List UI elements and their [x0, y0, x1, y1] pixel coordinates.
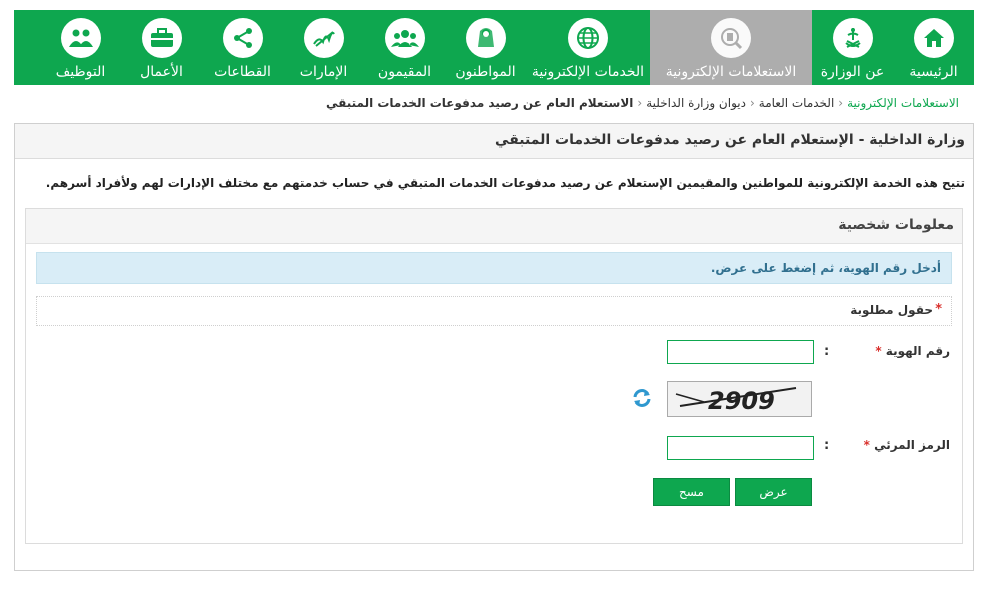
breadcrumb: الاستعلامات الإلكترونية‹الخدمات العامة‹د…: [326, 96, 959, 110]
briefcase-icon: [141, 18, 182, 58]
nav-item-residents[interactable]: المقيمون: [364, 10, 445, 85]
page-title: وزارة الداخلية - الإستعلام العام عن رصيد…: [495, 132, 965, 148]
nav-item-emirates[interactable]: الإمارات: [283, 10, 364, 85]
nav-label: الخدمات الإلكترونية: [531, 64, 645, 80]
nav-label: الأعمال: [140, 64, 183, 80]
nav-item-about[interactable]: عن الوزارة: [812, 10, 893, 85]
nav-label: المواطنون: [455, 64, 516, 80]
nav-label: القطاعات: [214, 64, 271, 80]
breadcrumb-item[interactable]: الاستعلامات الإلكترونية: [847, 96, 959, 110]
nav-item-sectors[interactable]: القطاعات: [202, 10, 283, 85]
required-star: *: [863, 438, 870, 452]
nav-label: الرئيسية: [909, 64, 958, 80]
captcha-image: 2909: [667, 381, 812, 417]
required-star: *: [935, 302, 942, 317]
submit-button[interactable]: عرض: [735, 478, 812, 506]
breadcrumb-item[interactable]: الخدمات العامة: [759, 96, 835, 110]
captcha-input[interactable]: [667, 436, 814, 460]
id-label: رقم الهوية *: [875, 344, 950, 358]
captcha-label: الرمز المرئي *: [864, 438, 950, 452]
captcha-label-text: الرمز المرئي: [874, 438, 950, 452]
nav-label: الاستعلامات الإلكترونية: [665, 64, 797, 80]
required-star: *: [875, 344, 882, 358]
nav-label: الإمارات: [299, 64, 348, 80]
clear-button[interactable]: مسح: [653, 478, 730, 506]
id-label-text: رقم الهوية: [885, 344, 950, 358]
citizen-icon: [465, 18, 506, 58]
required-fields-note: * حقول مطلوبة: [36, 296, 952, 326]
globe-icon: [568, 18, 608, 58]
required-note-text: حقول مطلوبة: [850, 303, 933, 317]
id-colon: :: [824, 344, 830, 359]
service-description: تتيح هذه الخدمة الإلكترونية للمواطنين وا…: [45, 176, 965, 190]
nav-item-business[interactable]: الأعمال: [121, 10, 202, 85]
share-icon: [222, 18, 263, 58]
emblem-icon: [832, 18, 873, 58]
alert-text: أدخل رقم الهوية، ثم إضغط على عرض.: [710, 261, 941, 275]
chevron-left-icon: ‹: [749, 96, 755, 110]
home-icon: [913, 18, 954, 58]
refresh-captcha-icon[interactable]: [631, 387, 653, 413]
calligraphy-icon: [303, 18, 344, 58]
breadcrumb-current: الاستعلام العام عن رصيد مدفوعات الخدمات …: [325, 96, 634, 110]
inquiry-icon: [711, 18, 751, 58]
people-icon: [60, 18, 101, 58]
nav-item-eservices[interactable]: الخدمات الإلكترونية: [526, 10, 650, 85]
residents-icon: [384, 18, 425, 58]
app-root: الرئيسية عن الوزارة الاستعلامات الإلكترو…: [0, 0, 989, 598]
panel-header: وزارة الداخلية - الإستعلام العام عن رصيد…: [15, 124, 973, 159]
nav-item-jobs[interactable]: التوظيف: [40, 10, 121, 85]
chevron-left-icon: ‹: [637, 96, 643, 110]
main-panel: وزارة الداخلية - الإستعلام العام عن رصيد…: [14, 123, 974, 571]
section-title: معلومات شخصية: [838, 217, 954, 233]
nav-item-citizens[interactable]: المواطنون: [445, 10, 526, 85]
nav-label: التوظيف: [55, 64, 106, 80]
section-header: معلومات شخصية: [26, 209, 962, 244]
captcha-colon: :: [824, 438, 830, 453]
nav-item-home[interactable]: الرئيسية: [893, 10, 974, 85]
main-nav: الرئيسية عن الوزارة الاستعلامات الإلكترو…: [14, 10, 974, 85]
id-number-input[interactable]: [667, 340, 814, 364]
personal-info-section: معلومات شخصية أدخل رقم الهوية، ثم إضغط ع…: [25, 208, 963, 544]
nav-item-inquiries[interactable]: الاستعلامات الإلكترونية: [650, 10, 812, 85]
breadcrumb-item[interactable]: ديوان وزارة الداخلية: [646, 96, 746, 110]
info-alert: أدخل رقم الهوية، ثم إضغط على عرض.: [36, 252, 952, 284]
nav-label: عن الوزارة: [820, 64, 885, 80]
nav-label: المقيمون: [377, 64, 432, 80]
chevron-left-icon: ‹: [838, 96, 844, 110]
